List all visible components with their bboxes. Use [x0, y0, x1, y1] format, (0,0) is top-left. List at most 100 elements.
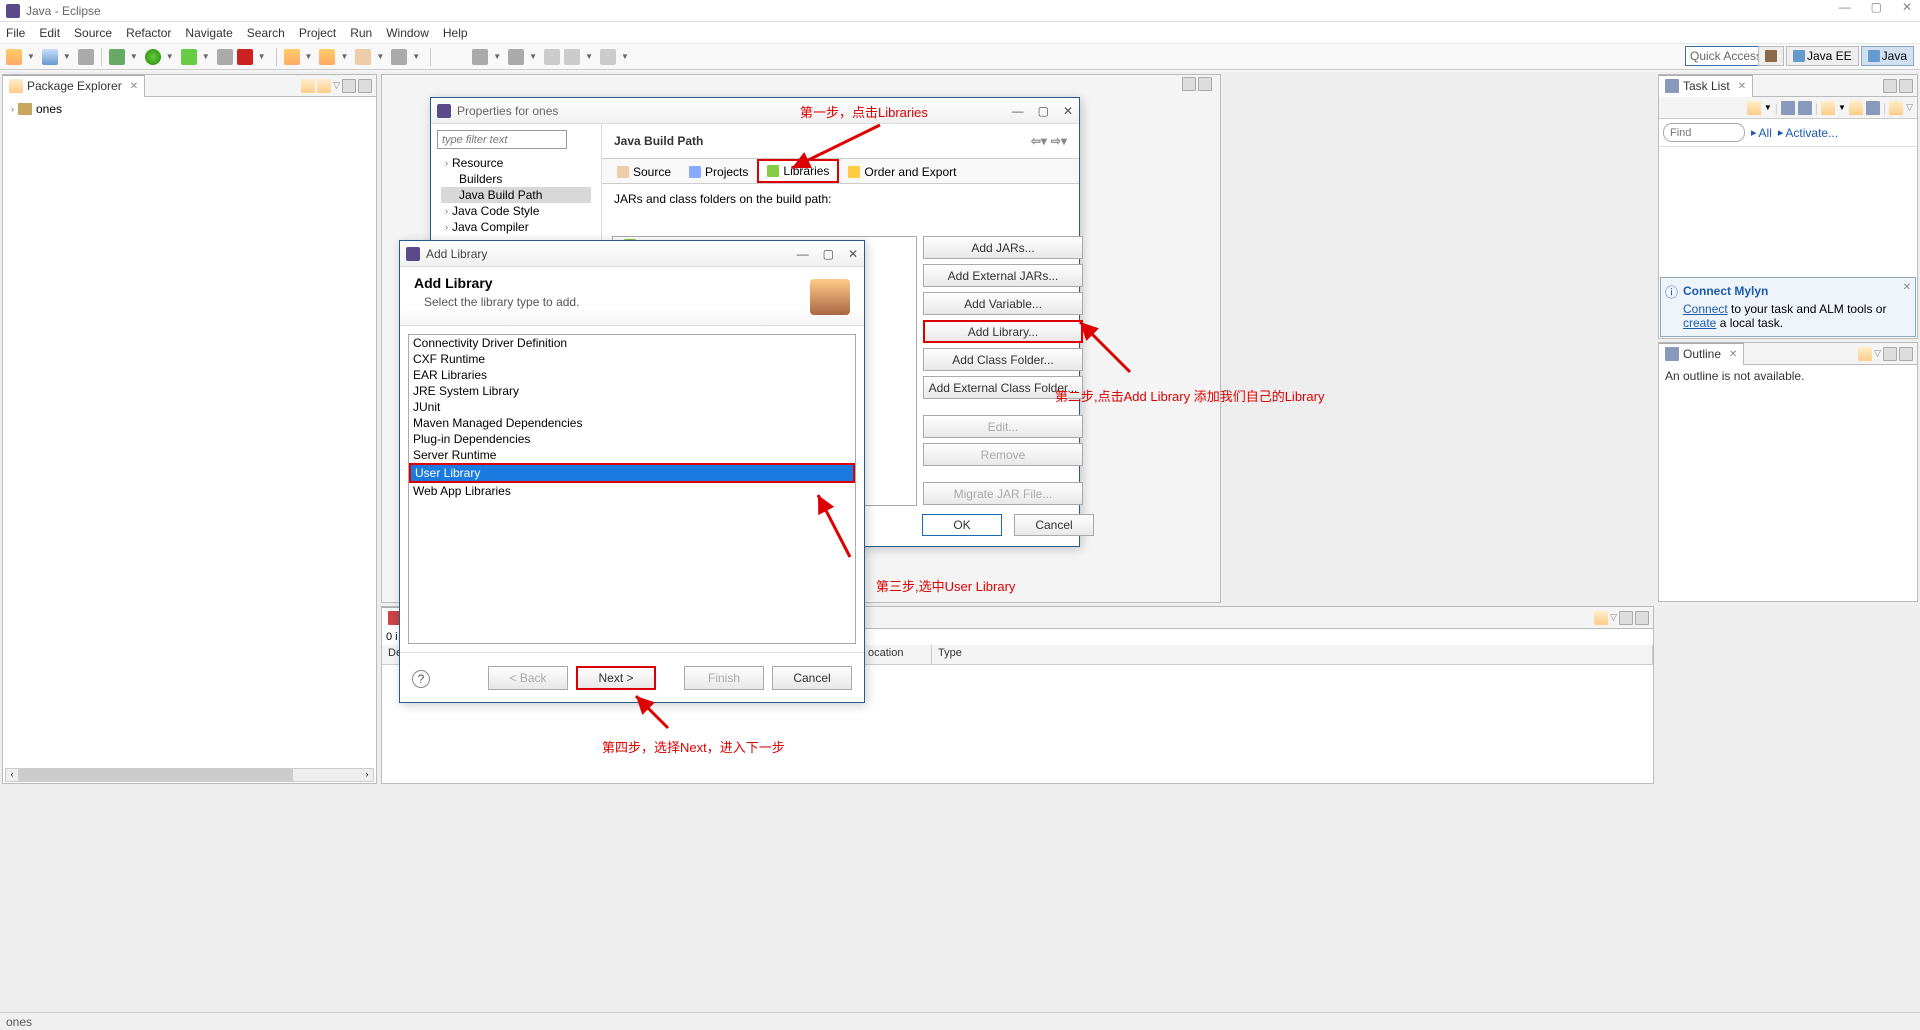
finish-button[interactable]: Finish — [684, 666, 764, 690]
scrollbar-thumb[interactable] — [18, 769, 293, 781]
lib-junit[interactable]: JUnit — [409, 399, 855, 415]
cancel-button[interactable]: Cancel — [1014, 514, 1094, 536]
collapse-all-icon[interactable] — [301, 79, 315, 93]
prop-tree-code-style[interactable]: ›Java Code Style — [441, 203, 591, 219]
close-mylyn-icon[interactable]: ✕ — [1903, 282, 1911, 293]
migrate-jar-button[interactable]: Migrate JAR File... — [923, 482, 1083, 505]
open-icon[interactable] — [355, 49, 371, 65]
lib-cxf[interactable]: CXF Runtime — [409, 351, 855, 367]
project-item[interactable]: › ones — [11, 101, 368, 117]
prop-tree-compiler[interactable]: ›Java Compiler — [441, 219, 591, 235]
minimize-panel-icon[interactable] — [1883, 79, 1897, 93]
maximize-panel-icon[interactable] — [1635, 611, 1649, 625]
tab-projects[interactable]: Projects — [680, 159, 757, 183]
maximize-panel-icon[interactable] — [1899, 79, 1913, 93]
connect-link[interactable]: Connect — [1683, 302, 1728, 316]
close-tab-icon[interactable]: ✕ — [1738, 81, 1746, 92]
sync-icon[interactable] — [1798, 101, 1812, 115]
horizontal-scrollbar[interactable]: ‹ › — [5, 768, 374, 782]
menu-navigate[interactable]: Navigate — [185, 26, 232, 40]
scroll-left-icon[interactable]: ‹ — [6, 769, 18, 781]
add-variable-button[interactable]: Add Variable... — [923, 292, 1083, 315]
find-input[interactable] — [1663, 123, 1745, 142]
maximize-panel-icon[interactable] — [358, 79, 372, 93]
open-perspective-button[interactable] — [1758, 46, 1784, 66]
scroll-right-icon[interactable]: › — [361, 769, 373, 781]
maximize-icon[interactable]: ▢ — [1871, 0, 1882, 14]
link-editor-icon[interactable] — [317, 79, 331, 93]
ok-button[interactable]: OK — [922, 514, 1002, 536]
menu-edit[interactable]: Edit — [39, 26, 60, 40]
lib-server[interactable]: Server Runtime — [409, 447, 855, 463]
back-button[interactable]: < Back — [488, 666, 568, 690]
minimize-icon[interactable]: — — [1012, 104, 1024, 118]
outline-action-icon[interactable] — [1858, 347, 1872, 361]
package-explorer-tab[interactable]: Package Explorer ✕ — [3, 75, 145, 97]
menu-search[interactable]: Search — [247, 26, 285, 40]
lib-jre[interactable]: JRE System Library — [409, 383, 855, 399]
add-library-button[interactable]: Add Library... — [923, 320, 1083, 343]
minimize-panel-icon[interactable] — [1182, 77, 1196, 91]
perspective-java[interactable]: Java — [1861, 46, 1914, 66]
expand-icon[interactable]: › — [11, 104, 14, 114]
new-task-icon[interactable] — [1747, 101, 1761, 115]
menu-window[interactable]: Window — [386, 26, 429, 40]
coverage-icon[interactable] — [217, 49, 233, 65]
menu-help[interactable]: Help — [443, 26, 468, 40]
perspective-javaee[interactable]: Java EE — [1786, 46, 1859, 66]
categorize-icon[interactable] — [1781, 101, 1795, 115]
save-icon[interactable] — [42, 49, 58, 65]
lib-maven[interactable]: Maven Managed Dependencies — [409, 415, 855, 431]
new-icon[interactable] — [6, 49, 22, 65]
fwd2-nav-icon[interactable] — [600, 49, 616, 65]
tab-source[interactable]: Source — [608, 159, 680, 183]
filter-icon[interactable] — [1594, 611, 1608, 625]
minimize-panel-icon[interactable] — [1883, 347, 1897, 361]
minimize-panel-icon[interactable] — [342, 79, 356, 93]
package-icon[interactable] — [284, 49, 300, 65]
search-icon[interactable] — [391, 49, 407, 65]
debug-icon[interactable] — [109, 49, 125, 65]
run-icon[interactable] — [145, 49, 161, 65]
nav-icon[interactable] — [472, 49, 488, 65]
all-filter[interactable]: ▸ All — [1751, 126, 1772, 140]
menu-refactor[interactable]: Refactor — [126, 26, 171, 40]
maximize-panel-icon[interactable] — [1198, 77, 1212, 91]
edit-button[interactable]: Edit... — [923, 415, 1083, 438]
outline-tab[interactable]: Outline ✕ — [1659, 343, 1744, 365]
minimize-icon[interactable]: — — [797, 247, 809, 261]
lib-user-library[interactable]: User Library — [409, 463, 855, 483]
prop-tree-build-path[interactable]: Java Build Path — [441, 187, 591, 203]
add-class-folder-button[interactable]: Add Class Folder... — [923, 348, 1083, 371]
menu-file[interactable]: File — [6, 26, 25, 40]
close-tab-icon[interactable]: ✕ — [1729, 349, 1737, 360]
create-link[interactable]: create — [1683, 316, 1716, 330]
prop-tree-resource[interactable]: ›Resource — [441, 155, 591, 171]
menu-run[interactable]: Run — [350, 26, 372, 40]
maximize-icon[interactable]: ▢ — [823, 247, 834, 261]
minimize-icon[interactable]: — — [1839, 0, 1851, 14]
lib-plugin[interactable]: Plug-in Dependencies — [409, 431, 855, 447]
add-jars-button[interactable]: Add JARs... — [923, 236, 1083, 259]
lib-webapp[interactable]: Web App Libraries — [409, 483, 855, 499]
filter-input[interactable] — [437, 130, 567, 149]
ext-tools-icon[interactable] — [237, 49, 253, 65]
run-last-icon[interactable] — [181, 49, 197, 65]
maximize-panel-icon[interactable] — [1899, 347, 1913, 361]
lib-ear[interactable]: EAR Libraries — [409, 367, 855, 383]
filter-icon[interactable] — [1889, 101, 1903, 115]
close-icon[interactable]: ✕ — [1063, 104, 1073, 118]
close-icon[interactable]: ✕ — [1902, 0, 1912, 14]
col-type[interactable]: Type — [932, 645, 1653, 664]
back-nav-icon[interactable]: ⇦▾ — [1031, 134, 1047, 148]
hide-icon[interactable] — [1849, 101, 1863, 115]
minimize-panel-icon[interactable] — [1619, 611, 1633, 625]
back-nav-icon[interactable] — [544, 49, 560, 65]
library-type-list[interactable]: Connectivity Driver Definition CXF Runti… — [408, 334, 856, 644]
fwd-nav-icon[interactable] — [564, 49, 580, 65]
save-all-icon[interactable] — [78, 49, 94, 65]
collapse-icon[interactable] — [1866, 101, 1880, 115]
fwd-nav-icon[interactable]: ⇨▾ — [1051, 134, 1067, 148]
add-external-jars-button[interactable]: Add External JARs... — [923, 264, 1083, 287]
focus-icon[interactable] — [1821, 101, 1835, 115]
